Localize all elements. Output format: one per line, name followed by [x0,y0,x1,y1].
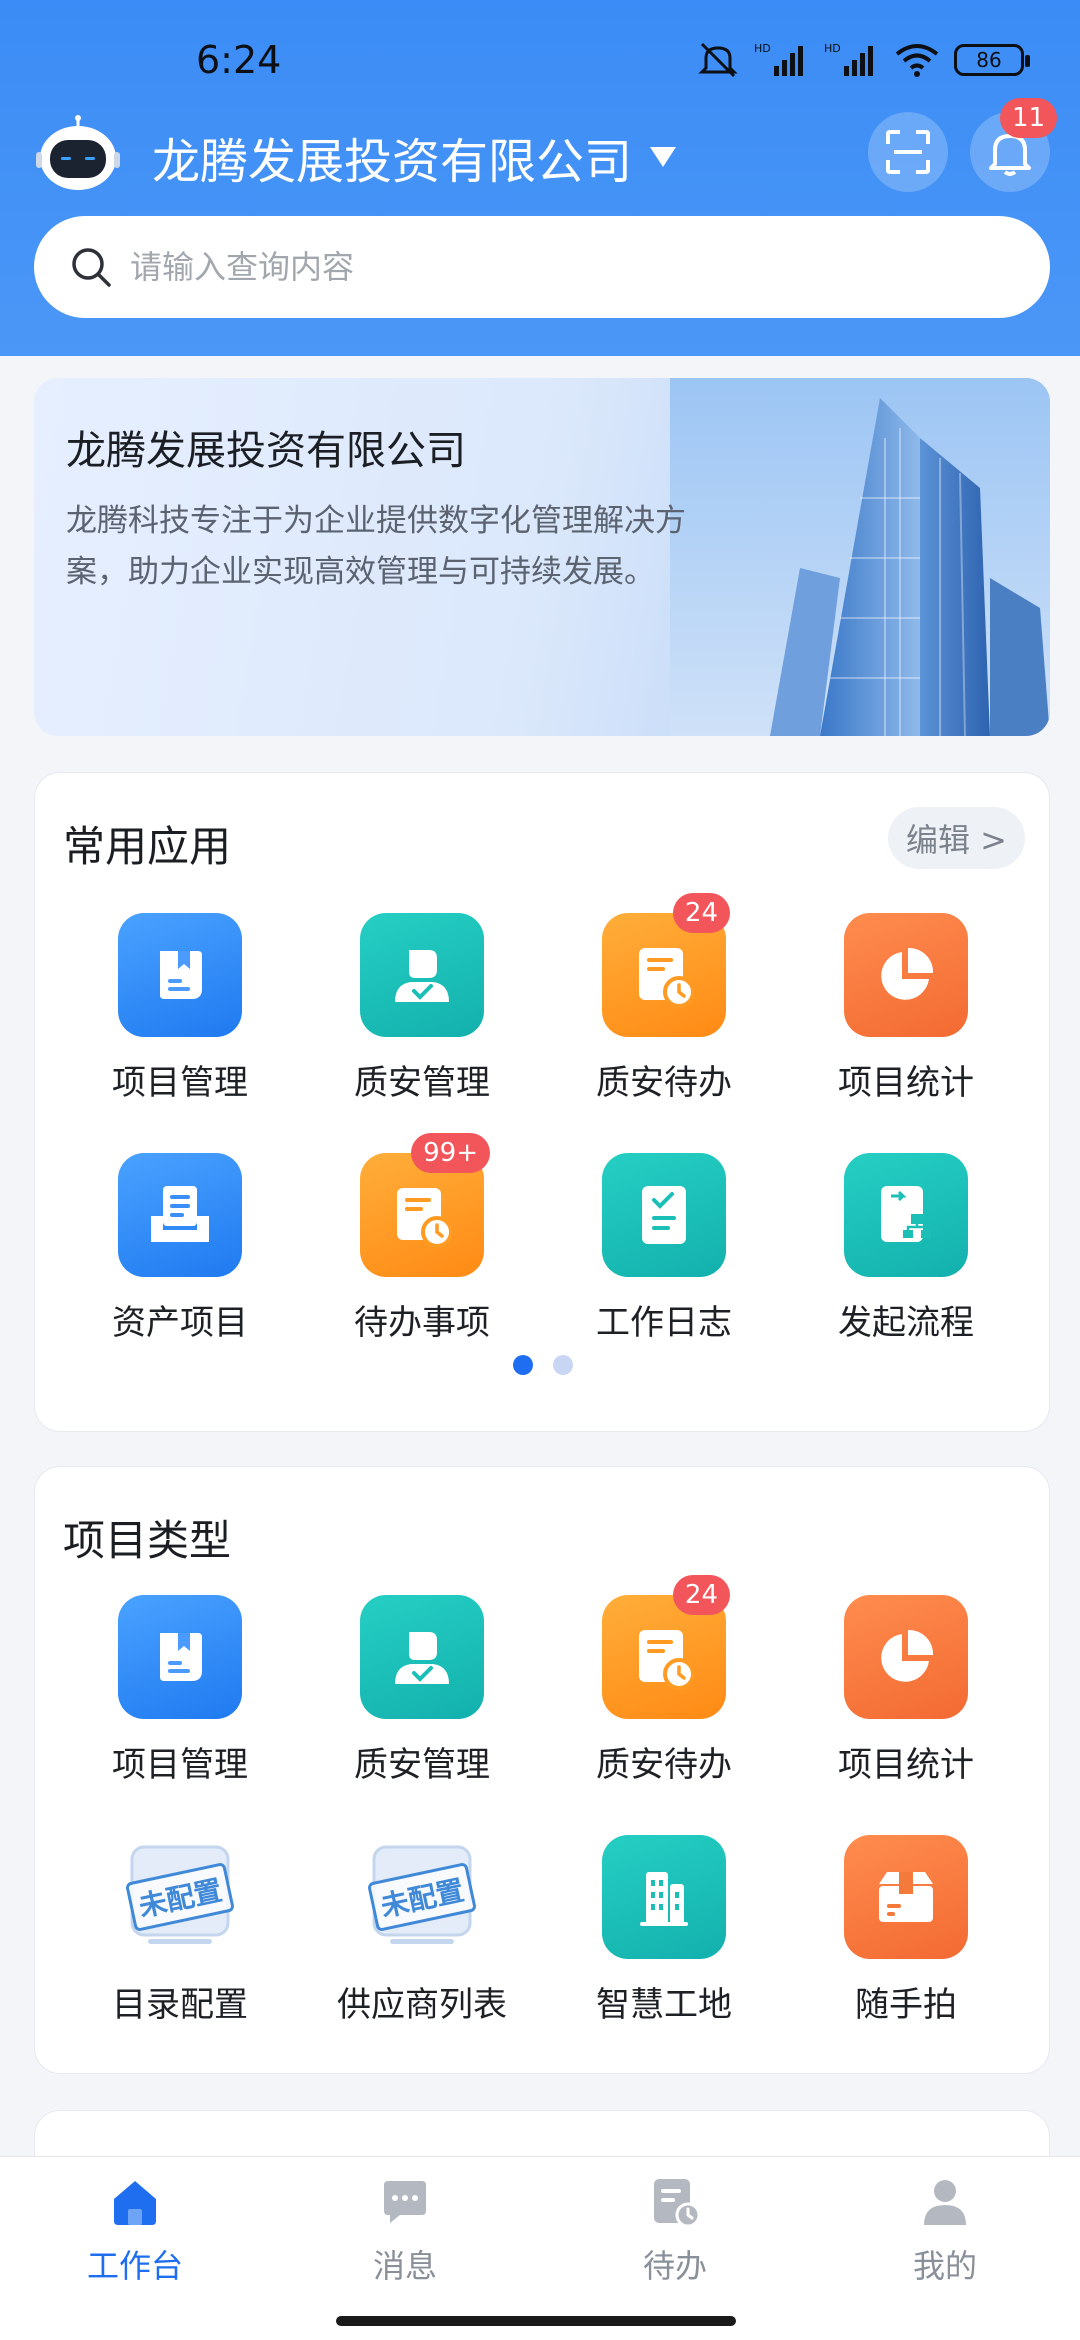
scan-button[interactable] [868,112,948,192]
dropdown-arrow-icon [650,147,677,167]
app-label: 随手拍 [855,1985,957,2025]
banner-description: 龙腾科技专注于为企业提供数字化管理解决方案，助力企业实现高效管理与可持续发展。 [66,503,686,590]
project-doc-icon [118,1595,242,1719]
building-icon [602,1835,726,1959]
page-dot[interactable] [553,1355,573,1375]
type-smart-site[interactable]: 智慧工地 [543,1835,785,2075]
user-check-icon [360,913,484,1037]
type-supplier-list[interactable]: 未配置 供应商列表 [301,1835,543,2075]
message-icon [384,2181,426,2223]
common-apps-card: 常用应用 编辑 > 项目管理 质安管理 24 质安待办 项目统计 资产项目 99… [34,772,1050,1432]
app-label: 智慧工地 [596,1985,732,2025]
top-bar: 龙腾发展投资有限公司 11 [0,98,1080,200]
tab-mine[interactable]: 我的 [810,2175,1080,2287]
doc-clock-icon: 24 [602,893,730,1037]
tab-label: 我的 [912,2247,977,2285]
doc-clock-icon: 99+ [360,1133,490,1277]
svg-text:HD: HD [824,42,841,55]
status-icons: HD HD 86 [696,40,1030,80]
app-label: 目录配置 [112,1985,248,2025]
signal-icon-2: HD [824,42,873,76]
wifi-icon [895,44,939,77]
type-quality-safety-management[interactable]: 质安管理 [301,1595,543,1835]
app-label: 项目统计 [838,1063,974,1103]
tab-workbench[interactable]: 工作台 [0,2175,270,2287]
company-name: 龙腾发展投资有限公司 [152,134,633,190]
app-label: 项目管理 [112,1745,248,1785]
battery-icon: 86 [954,44,1030,76]
home-icon [114,2181,156,2225]
company-selector[interactable]: 龙腾发展投资有限公司 [152,122,677,192]
todo-badge: 24 [672,893,730,933]
inbox-doc-icon [118,1153,242,1277]
tab-todo[interactable]: 待办 [540,2175,810,2287]
app-project-statistics[interactable]: 项目统计 [785,913,1027,1153]
home-indicator[interactable] [336,2316,736,2326]
checklist-icon [602,1153,726,1277]
app-label: 待办事项 [354,1303,490,1343]
pie-chart-icon [844,1595,968,1719]
page-dot-active[interactable] [513,1355,533,1375]
flow-doc-icon [844,1153,968,1277]
app-label: 质安管理 [354,1063,490,1103]
tab-label: 消息 [372,2247,437,2285]
doc-clock-icon: 24 [602,1575,730,1719]
mute-icon [698,42,738,78]
tab-label: 待办 [642,2247,707,2285]
scan-icon [886,130,930,174]
app-quality-safety-todo[interactable]: 24 质安待办 [543,893,785,1153]
todo-badge: 99+ [411,1133,490,1173]
page-indicator[interactable] [35,1355,1051,1375]
person-icon [924,2180,966,2225]
notification-button[interactable]: 11 [970,98,1058,192]
type-project-statistics[interactable]: 项目统计 [785,1595,1027,1835]
type-snapshot[interactable]: 随手拍 [785,1835,1027,2075]
pie-chart-icon [844,913,968,1037]
app-label: 供应商列表 [337,1985,507,2025]
project-types-title: 项目类型 [63,1516,232,1565]
app-quality-safety-management[interactable]: 质安管理 [301,913,543,1153]
company-banner[interactable]: 龙腾发展投资有限公司 龙腾科技专注于为企业提供数字化管理解决方案，助力企业实现高… [34,378,1050,736]
tab-messages[interactable]: 消息 [270,2175,540,2287]
app-project-management[interactable]: 项目管理 [59,913,301,1153]
building-image [670,378,1050,736]
edit-button[interactable]: 编辑 > [888,807,1025,869]
app-label: 工作日志 [596,1303,732,1343]
user-check-icon [360,1595,484,1719]
banner-title: 龙腾发展投资有限公司 [66,428,466,474]
app-label: 资产项目 [112,1303,248,1343]
search-icon [72,248,111,287]
app-label: 项目统计 [838,1745,974,1785]
signal-icon-1: HD [754,42,803,76]
search-input[interactable] [130,248,930,286]
todo-badge: 24 [672,1575,730,1615]
app-label: 质安待办 [596,1063,732,1103]
package-icon [844,1835,968,1959]
app-label: 发起流程 [838,1303,974,1343]
tab-label: 工作台 [86,2247,183,2285]
header: 6:24 HD HD 86 龙腾发展投资有限公司 11 请输入查询内容 [0,0,1080,356]
status-time: 6:24 [196,38,282,82]
unconfigured-stamp-icon: 未配置 [360,1835,484,1959]
app-label: 项目管理 [112,1063,248,1103]
app-label: 质安管理 [354,1745,490,1785]
svg-text:HD: HD [754,42,771,55]
status-bar: 6:24 HD HD 86 [0,30,1080,94]
app-label: 质安待办 [596,1745,732,1785]
notification-badge: 11 [1000,98,1058,138]
project-types-card: 项目类型 项目管理 质安管理 24 质安待办 项目统计 未配置 目录配置 未配置… [34,1466,1050,2074]
todo-icon [654,2179,701,2228]
bottom-tab-bar: 工作台 消息 待办 我的 [0,2156,1080,2340]
type-project-management[interactable]: 项目管理 [59,1595,301,1835]
project-types-grid: 项目管理 质安管理 24 质安待办 项目统计 未配置 目录配置 未配置 供应商列… [35,1575,1051,2075]
type-quality-safety-todo[interactable]: 24 质安待办 [543,1575,785,1835]
common-apps-grid: 项目管理 质安管理 24 质安待办 项目统计 资产项目 99+ 待办事项 工作日… [35,893,1051,1393]
common-apps-title: 常用应用 [63,822,232,871]
type-directory-config[interactable]: 未配置 目录配置 [59,1835,301,2075]
unconfigured-stamp-icon: 未配置 [118,1835,242,1959]
search-bar[interactable] [34,216,1050,318]
robot-avatar-icon[interactable] [36,114,120,194]
project-doc-icon [118,913,242,1037]
